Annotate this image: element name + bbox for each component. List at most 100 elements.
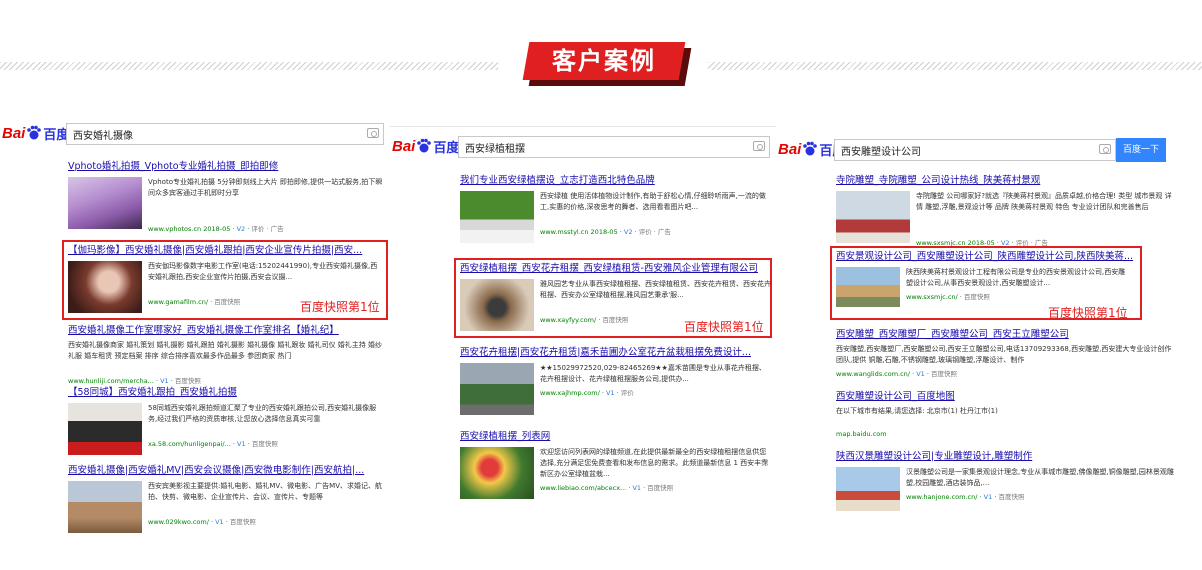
result-thumbnail[interactable] (68, 481, 142, 533)
camera-icon[interactable] (1099, 144, 1111, 154)
search-panel-3: Bai 百度 百度一下 寺院雕塑_寺院雕塑_公司设计热线_陕美蒋村景观 寺院雕塑… (776, 130, 1202, 530)
result-description: 雅风园艺专业从事西安绿植租摆、西安绿植租赁、西安花卉租赁、西安花卉租摆、西安办公… (540, 280, 771, 299)
v-badge: V2 (236, 225, 246, 233)
result-item: 寺院雕塑_寺院雕塑_公司设计热线_陕美蒋村景观 寺院雕塑 公司哪家好?就选『陕美… (836, 174, 1176, 247)
v-badge: V2 (623, 228, 633, 236)
result-meta[interactable]: 百度快照 (175, 377, 201, 385)
result-item: 西安雕塑设计公司_百度地图 在以下城市有结果,请您选择: 北京市(1) 杜丹江市… (836, 390, 1176, 438)
result-meta[interactable]: 评价 · 广告 (639, 228, 671, 236)
search-input[interactable] (67, 124, 383, 145)
rank-label: 百度快照第1位 (300, 300, 380, 314)
result-meta[interactable]: 百度快照 (647, 484, 673, 492)
result-thumbnail[interactable] (836, 467, 900, 511)
result-thumbnail[interactable] (68, 403, 142, 455)
camera-icon[interactable] (753, 141, 765, 151)
v-badge: V1 (160, 377, 169, 385)
result-description: 西安伽玛影像数字电影工作室(电话:15202441990),专业西安婚礼摄像,西… (148, 262, 378, 281)
result-meta[interactable]: 百度快照 (602, 316, 628, 324)
result-title-link[interactable]: 西安雕塑设计公司_百度地图 (836, 390, 1176, 403)
search-input-box[interactable] (66, 123, 384, 145)
result-description: 西安婚礼摄像商家 婚礼策划 婚礼摄影 婚礼跟拍 婚礼摄影 婚礼摄像 婚礼跟妆 婚… (68, 341, 383, 360)
result-url: www.sxsmjc.cn/ (906, 293, 958, 301)
result-title-link[interactable]: 寺院雕塑_寺院雕塑_公司设计热线_陕美蒋村景观 (836, 174, 1176, 187)
search-input-box[interactable] (834, 139, 1116, 161)
result-item: 西安婚礼摄像|西安婚礼MV|西安会议摄像|西安微电影制作|西安航拍|... 西安… (68, 464, 384, 533)
v-badge: V1 (983, 493, 993, 501)
result-meta[interactable]: 评价 · 广告 (251, 225, 283, 233)
result-thumbnail[interactable] (460, 447, 534, 499)
result-meta[interactable]: 百度快照 (252, 440, 278, 448)
result-url: xa.58.com/hunligenpai/... (148, 440, 231, 448)
paw-icon (416, 138, 432, 154)
v-badge: V1 (215, 518, 224, 526)
result-description: ★★15029972520,029-82465269★★嘉禾苗圃是专业从事花卉租… (540, 364, 766, 383)
search-input[interactable] (835, 140, 1115, 161)
search-panel-2: Bai 百度 我们专业西安绿植摆设_立志打造西北特色品牌 西安绿植 使用活体植物… (390, 126, 776, 506)
result-url: www.029kwo.com/ (148, 518, 209, 526)
result-title-link[interactable]: 西安雕塑_西安雕塑厂_西安雕塑公司_西安王立雕塑公司 (836, 328, 1176, 341)
result-url: www.wanglids.com.cn/ (836, 370, 910, 378)
camera-icon[interactable] (367, 128, 379, 138)
result-item: 西安花卉租摆|西安花卉租赁|嘉禾苗圃办公室花卉盆栽租摆免费设计... ★★150… (460, 346, 770, 415)
header-stripe-left (0, 62, 498, 70)
result-title-link[interactable]: Vphoto婚礼拍摄_Vphoto专业婚礼拍摄_即拍即修 (68, 160, 384, 173)
result-url: www.gamafilm.cn/ (148, 298, 209, 306)
header-stripe-right (708, 62, 1202, 70)
result-title-link[interactable]: 西安绿植租摆_列表网 (460, 430, 770, 443)
result-description: Vphoto专业婚礼拍摄 5分钟即刻线上大片 即拍即修,提供一站式服务,拍下瞬间… (148, 178, 383, 197)
result-description: 寺院雕塑 公司哪家好?就选『陕美蒋村景观』品质卓越,价格合理! 类型 城市景观 … (916, 192, 1172, 211)
result-meta[interactable]: 百度快照 (998, 493, 1024, 501)
result-title-link[interactable]: 【58同城】西安婚礼跟拍_西安婚礼拍摄 (68, 386, 384, 399)
result-item: 陕西汉景雕塑设计公司|专业雕塑设计,雕塑制作 汉景雕塑公司是一家集景观设计理念,… (836, 450, 1176, 511)
result-title-link[interactable]: 西安婚礼摄像|西安婚礼MV|西安会议摄像|西安微电影制作|西安航拍|... (68, 464, 384, 477)
rank-label: 百度快照第1位 (684, 320, 764, 334)
result-description: 58同城西安婚礼跟拍频道汇聚了专业的西安婚礼跟拍公司,西安婚礼摄像服务,经过我们… (148, 404, 377, 423)
result-title-link[interactable]: 陕西汉景雕塑设计公司|专业雕塑设计,雕塑制作 (836, 450, 1176, 463)
result-meta[interactable]: 百度快照 (230, 518, 256, 526)
baidu-logo[interactable]: Bai 百度 (392, 135, 459, 157)
result-item: 西安绿植租摆_列表网 欢迎您访问列表网的绿植频道,在此提供最新最全的西安绿植租摆… (460, 430, 770, 499)
result-url: www.hunliji.com/mercha... (68, 377, 154, 385)
result-thumbnail[interactable] (460, 363, 534, 415)
search-bar-area: Bai 百度 (390, 126, 776, 162)
result-description: 在以下城市有结果,请您选择: 北京市(1) 杜丹江市(1) (836, 407, 998, 415)
result-url: www.xajhmp.com/ (540, 389, 600, 397)
result-meta[interactable]: 百度快照 (964, 293, 990, 301)
result-thumbnail[interactable] (836, 191, 910, 243)
search-panel-1: Bai 百度 Vphoto婚礼拍摄_Vphoto专业婚礼拍摄_即拍即修 Vpho… (0, 114, 390, 534)
v-badge: V1 (605, 389, 615, 397)
result-title-link[interactable]: 西安绿植租摆_西安花卉租摆_西安绿植租赁-西安雅风企业管理有限公司 (460, 262, 770, 275)
result-title-link[interactable]: 【伽玛影像】西安婚礼摄像|西安婚礼跟拍|西安企业宣传片拍摄|西安... (68, 244, 384, 257)
v-badge: V1 (632, 484, 642, 492)
result-description: 西安绿植 使用活体植物设计制作,有助于舒松心情,仔细聆听雨声,一流的做工,实惠的… (540, 192, 766, 211)
result-meta[interactable]: 百度快照 (214, 298, 240, 306)
search-bar-area: Bai 百度 百度一下 (776, 130, 1202, 166)
result-thumbnail[interactable] (460, 279, 534, 331)
search-button[interactable]: 百度一下 (1116, 138, 1166, 162)
result-title-link[interactable]: 西安景观设计公司_西安雕塑设计公司_陕西雕塑设计公司,陕西陕美蒋... (836, 250, 1136, 263)
search-input-box[interactable] (458, 136, 770, 158)
search-input[interactable] (459, 137, 769, 158)
baidu-logo[interactable]: Bai 百度 (2, 122, 69, 144)
result-title-link[interactable]: 我们专业西安绿植摆设_立志打造西北特色品牌 (460, 174, 770, 187)
result-description: 陕西陕美蒋村景观设计工程有限公司是专业的西安景观设计公司,西安雕塑设计公司,从事… (906, 268, 1126, 287)
result-description: 西安宾美影视主要提供:婚礼电影、婚礼MV、微电影、广告MV、求婚记、航拍、快剪、… (148, 482, 383, 501)
result-description: 西安雕塑,西安雕塑厂,西安雕塑公司,西安王立雕塑公司,电话13709293368… (836, 345, 1172, 364)
rank-label: 百度快照第1位 (1048, 306, 1128, 320)
result-item: Vphoto婚礼拍摄_Vphoto专业婚礼拍摄_即拍即修 Vphoto专业婚礼拍… (68, 160, 384, 233)
result-thumbnail[interactable] (68, 177, 142, 229)
result-meta[interactable]: 评价 (621, 389, 634, 397)
result-url: www.liebiao.com/abcecx... (540, 484, 627, 492)
result-description: 汉景雕塑公司是一家集景观设计理念,专业从事城市雕塑,佛像雕塑,铜像雕塑,园林景观… (906, 468, 1174, 487)
result-url: www.hanjone.com.cn/ (906, 493, 978, 501)
result-thumbnail[interactable] (836, 267, 900, 307)
paw-icon (802, 141, 818, 157)
v-badge: V1 (916, 370, 925, 378)
result-url: map.baidu.com (836, 430, 887, 438)
result-title-link[interactable]: 西安花卉租摆|西安花卉租赁|嘉禾苗圃办公室花卉盆栽租摆免费设计... (460, 346, 770, 359)
result-title-link[interactable]: 西安婚礼摄像工作室哪家好_西安婚礼摄像工作室排名【婚礼纪】 (68, 324, 384, 337)
result-thumbnail[interactable] (460, 191, 534, 243)
result-item: 西安雕塑_西安雕塑厂_西安雕塑公司_西安王立雕塑公司 西安雕塑,西安雕塑厂,西安… (836, 328, 1176, 378)
result-meta[interactable]: 百度快照 (931, 370, 957, 378)
result-thumbnail[interactable] (68, 261, 142, 313)
